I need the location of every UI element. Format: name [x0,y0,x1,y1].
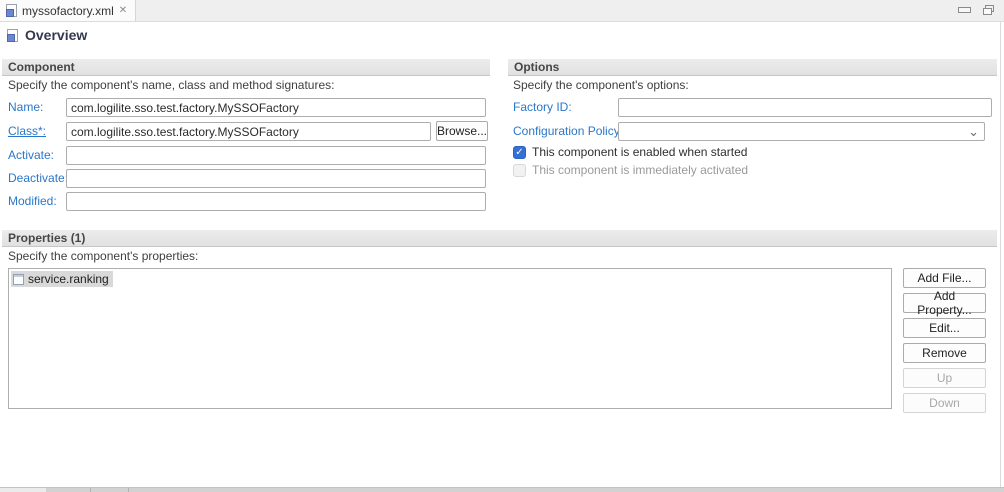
activate-label: Activate: [8,146,54,165]
minimize-icon[interactable] [958,7,971,13]
enabled-checkbox-row[interactable]: ✓ This component is enabled when started [513,145,747,159]
configuration-policy-select[interactable]: ⌄ [618,122,985,141]
immediate-checkbox-label: This component is immediately activated [532,163,748,177]
xml-file-icon [6,4,17,17]
factory-id-input[interactable] [618,98,992,117]
factory-id-label: Factory ID: [513,98,572,117]
page-title: Overview [25,27,87,43]
deactivate-input[interactable] [66,169,486,188]
ds-component-editor: myssofactory.xml ✕ Overview Component Sp… [0,0,1004,492]
tab-myssofactory-xml[interactable]: myssofactory.xml ✕ [0,0,136,21]
chevron-down-icon: ⌄ [968,124,979,139]
add-file-button[interactable]: Add File... [903,268,986,288]
activate-input[interactable] [66,146,486,165]
remove-button[interactable]: Remove [903,343,986,363]
view-controls [958,5,994,15]
restore-icon[interactable] [983,5,994,15]
name-label: Name: [8,98,43,117]
class-input[interactable] [66,122,431,141]
page-tab-divider [128,488,129,492]
immediate-checkbox [513,164,526,177]
enabled-checkbox-label: This component is enabled when started [532,145,747,159]
class-link-label[interactable]: Class*: [8,122,46,141]
property-icon [13,274,24,285]
name-input[interactable] [66,98,486,117]
immediate-checkbox-row: This component is immediately activated [513,163,748,177]
list-item-service-ranking[interactable]: service.ranking [11,271,113,287]
browse-button[interactable]: Browse... [436,121,488,141]
tab-title: myssofactory.xml [22,4,114,18]
page-header: Overview [7,27,87,43]
component-section-header: Component [2,59,490,76]
component-section-description: Specify the component's name, class and … [8,78,334,92]
properties-section-header: Properties (1) [2,230,997,247]
edit-button[interactable]: Edit... [903,318,986,338]
page-tab-divider [90,488,91,492]
deactivate-label: Deactivate: [8,169,68,188]
editor-tab-bar: myssofactory.xml ✕ [0,0,1004,22]
options-section-header: Options [508,59,997,76]
add-property-button[interactable]: Add Property... [903,293,986,313]
enabled-checkbox[interactable]: ✓ [513,146,526,159]
property-name: service.ranking [28,272,109,286]
configuration-policy-label: Configuration Policy: [513,122,623,141]
options-section-description: Specify the component's options: [513,78,689,92]
active-page-tab-edge[interactable] [0,488,46,492]
properties-section-description: Specify the component's properties: [8,249,198,263]
form-right-edge [1000,21,1001,487]
up-button: Up [903,368,986,388]
overview-page-icon [7,29,18,42]
properties-list[interactable]: service.ranking [8,268,892,409]
modified-input[interactable] [66,192,486,211]
down-button: Down [903,393,986,413]
modified-label: Modified: [8,192,57,211]
tab-close-icon[interactable]: ✕ [119,6,127,16]
editor-page-tabs-cutoff[interactable] [0,487,1004,492]
